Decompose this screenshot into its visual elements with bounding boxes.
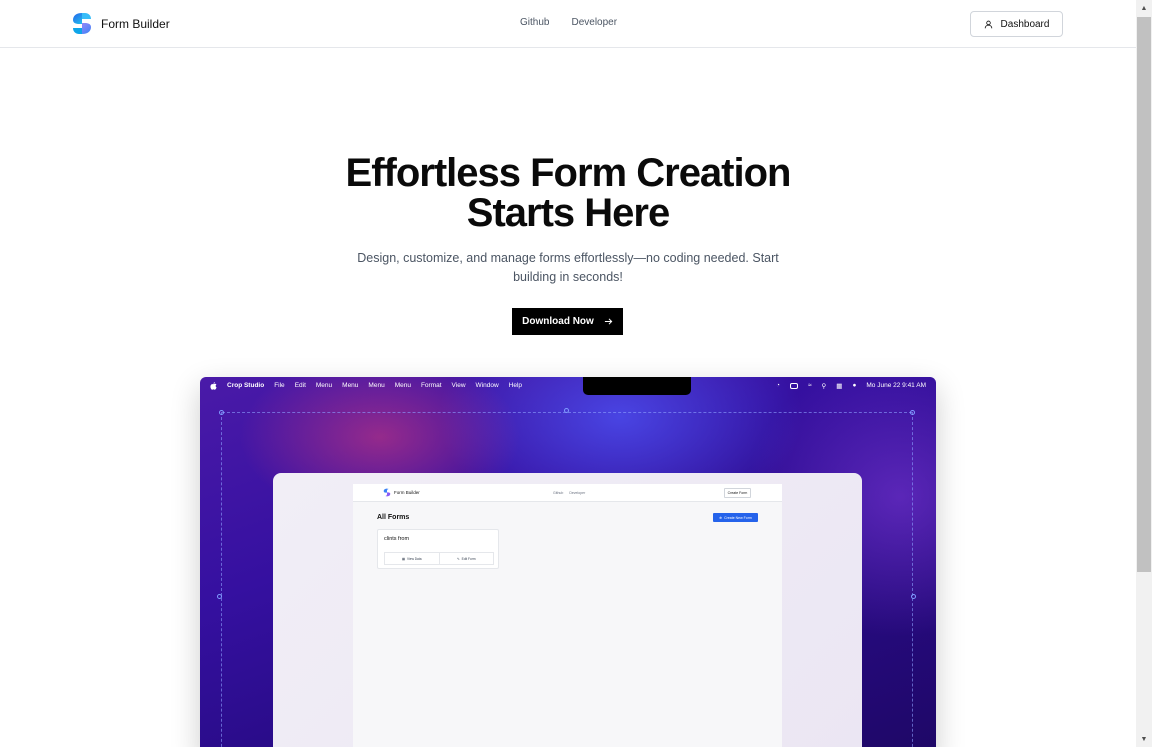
dashboard-label: Dashboard [1000, 18, 1050, 30]
battery-icon [789, 382, 798, 389]
menubar-item: Edit [294, 382, 306, 389]
scroll-up-arrow-icon[interactable]: ▲ [1136, 0, 1152, 16]
dashboard-button[interactable]: Dashboard [970, 11, 1063, 37]
menubar-status: ◔ ≈ ⚲ ▦ ● Mo June 22 9:41 AM [776, 377, 926, 394]
arrow-right-icon [604, 318, 613, 325]
app-window: Form Builder Github Developer Create For… [273, 473, 862, 747]
nav-link-github[interactable]: Github [520, 17, 549, 28]
inner-nav-github: Github [553, 491, 564, 495]
apple-icon [210, 381, 217, 390]
edit-form-button: ✎ Edit Form [438, 553, 494, 564]
edit-icon: ✎ [457, 556, 460, 561]
scrollbar-thumb[interactable] [1137, 17, 1151, 572]
selection-handle [219, 410, 224, 415]
selection-outline-left [221, 412, 222, 747]
brand[interactable]: Form Builder [71, 12, 170, 35]
menubar-item: Menu [342, 382, 359, 389]
inner-page-title: All Forms [377, 514, 410, 521]
download-button[interactable]: Download Now [512, 308, 623, 335]
edit-form-label: Edit Form [461, 556, 476, 561]
app-preview-image: Crop Studio File Edit Menu Menu Menu Men… [200, 377, 936, 747]
selection-handle [217, 594, 222, 599]
focus-icon: ◔ [776, 382, 780, 389]
siri-icon: ● [852, 382, 857, 389]
selection-handle [911, 594, 916, 599]
inner-header: Form Builder Github Developer Create For… [353, 484, 782, 502]
download-label: Download Now [522, 316, 594, 327]
selection-outline-right [912, 412, 913, 747]
menubar-item: Menu [368, 382, 385, 389]
control-center-icon: ▦ [836, 382, 843, 390]
menubar-datetime: Mo June 22 9:41 AM [866, 382, 926, 389]
top-nav: Github Developer [520, 17, 617, 28]
inner-brand-name: Form Builder [394, 490, 420, 495]
brand-name: Form Builder [101, 16, 170, 31]
user-icon [984, 20, 992, 28]
inner-new-form-label: Create New Form [724, 515, 752, 520]
inner-nav-developer: Developer [569, 491, 586, 495]
plus-icon: ⊕ [719, 515, 723, 520]
selection-handle [910, 410, 915, 415]
inner-create-new-form-button: ⊕ Create New Form [713, 513, 758, 522]
inner-create-form-button: Create Form [724, 488, 751, 498]
menubar-item: Menu [315, 382, 333, 389]
form-card-title: clints from [384, 536, 410, 542]
menubar-app-name: Crop Studio [227, 382, 265, 389]
menubar-item: Format [420, 382, 442, 389]
hero-title: Effortless Form Creation Starts Here [0, 153, 1136, 233]
hero-subtitle: Design, customize, and manage forms effo… [357, 251, 779, 284]
search-icon: ⚲ [821, 382, 827, 390]
hero-title-line-1: Effortless Form Creation [345, 151, 792, 195]
menubar-item: File [274, 382, 285, 389]
table-icon: ▦ [402, 556, 406, 561]
menubar-item: Window [475, 382, 499, 389]
wifi-icon: ≈ [807, 382, 812, 389]
menubar-item: Menu [394, 382, 411, 389]
menubar-item: Help [508, 382, 523, 389]
scroll-down-arrow-icon[interactable]: ▼ [1136, 731, 1152, 747]
form-card: clints from ▦ View Data ✎ Edit Form [377, 529, 499, 569]
logo-icon [383, 488, 391, 497]
menubar-item: View [451, 382, 466, 389]
form-card-actions: ▦ View Data ✎ Edit Form [384, 552, 494, 565]
app-window-content: Form Builder Github Developer Create For… [353, 484, 782, 747]
nav-link-developer[interactable]: Developer [571, 17, 617, 28]
logo-icon [73, 13, 91, 34]
hero-title-line-2: Starts Here [466, 191, 670, 235]
view-data-label: View Data [407, 556, 422, 561]
inner-nav: Github Developer [553, 491, 585, 495]
site-header: Form Builder Github Developer Dashboard [0, 0, 1136, 48]
inner-brand: Form Builder [383, 488, 420, 497]
camera-notch [583, 377, 691, 395]
selection-handle [564, 408, 569, 413]
view-data-button: ▦ View Data [385, 553, 439, 564]
